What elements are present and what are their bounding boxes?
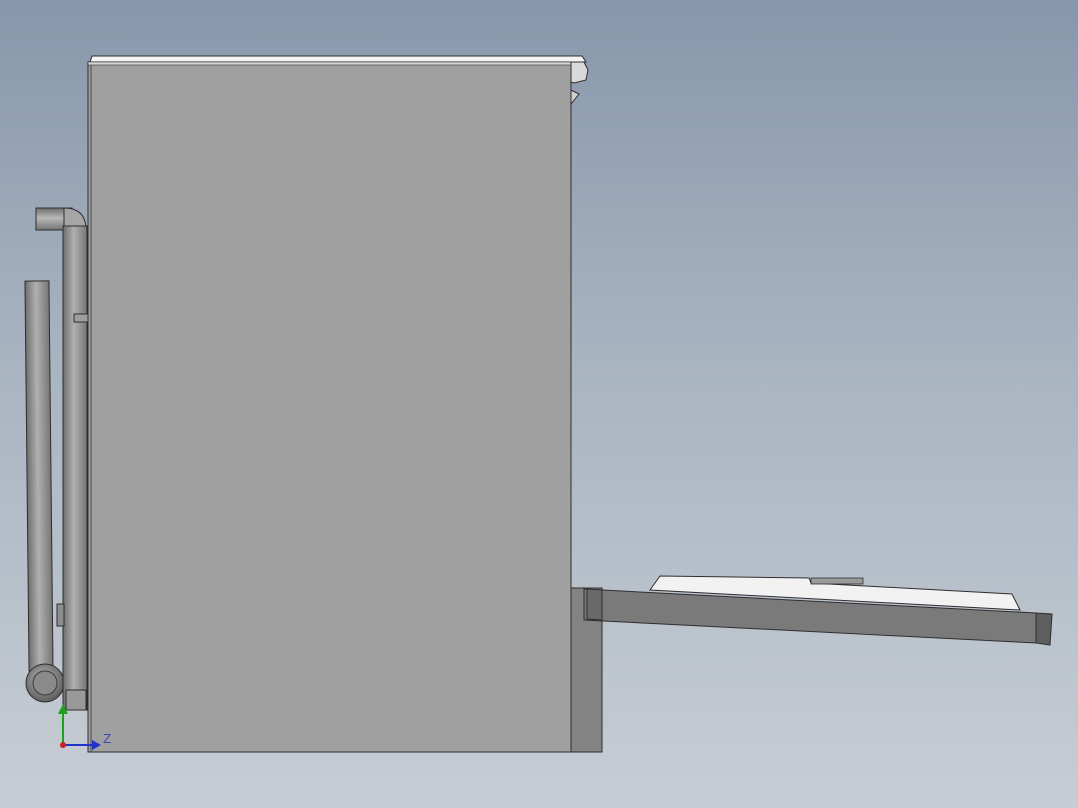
cad-model-view[interactable]: Z [0,0,1078,808]
cabinet-body [87,61,572,753]
graphics-viewport[interactable]: Z [0,0,1078,808]
rear-drain-pipe [24,280,65,703]
z-axis-label: Z [103,732,111,746]
extended-tray [583,575,1053,646]
origin-dot-icon [60,742,66,748]
